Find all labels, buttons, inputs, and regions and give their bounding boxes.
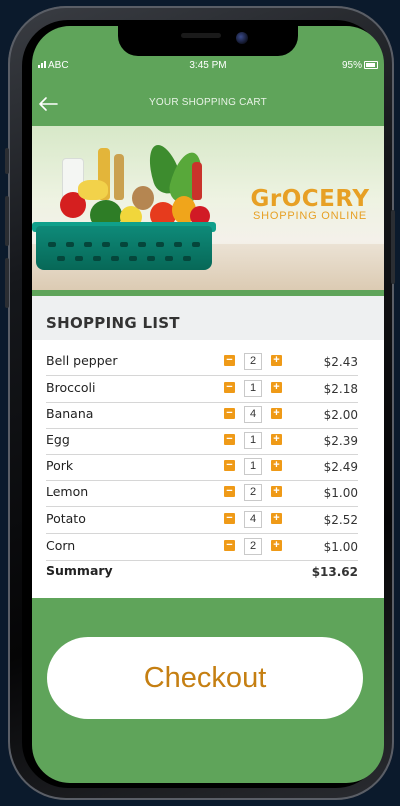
- battery-percent: 95%: [341, 60, 362, 71]
- increase-button[interactable]: +: [271, 355, 282, 366]
- list-item: Lemon − 2 + $1.00: [32, 481, 384, 507]
- item-name: Lemon: [46, 484, 89, 499]
- decrease-button[interactable]: −: [224, 434, 235, 445]
- item-price: $1.00: [323, 540, 358, 554]
- quantity-stepper: − 2 +: [224, 538, 286, 555]
- quantity-field[interactable]: 1: [244, 380, 262, 397]
- item-price: $2.43: [323, 355, 358, 369]
- item-name: Broccoli: [46, 380, 96, 395]
- row-divider: [46, 375, 358, 376]
- increase-button[interactable]: +: [271, 382, 282, 393]
- battery-status: 95%: [342, 60, 378, 71]
- speaker-grille: [181, 33, 221, 38]
- potato-illustration: [132, 186, 154, 210]
- brand-tagline: SHOPPING ONLINE: [252, 210, 368, 222]
- summary-label: Summary: [46, 563, 113, 578]
- quantity-field[interactable]: 1: [244, 432, 262, 449]
- increase-button[interactable]: +: [271, 460, 282, 471]
- item-name: Corn: [46, 538, 76, 553]
- row-divider: [46, 533, 358, 534]
- decrease-button[interactable]: −: [224, 486, 235, 497]
- item-price: $2.52: [323, 513, 358, 527]
- summary-total: $13.62: [311, 565, 358, 579]
- increase-button[interactable]: +: [271, 434, 282, 445]
- front-camera: [236, 32, 248, 44]
- item-price: $2.00: [323, 408, 358, 422]
- mute-switch: [5, 148, 9, 174]
- decrease-button[interactable]: −: [224, 408, 235, 419]
- quantity-stepper: − 1 +: [224, 458, 286, 475]
- increase-button[interactable]: +: [271, 408, 282, 419]
- item-name: Pork: [46, 458, 74, 473]
- clock: 3:45 PM: [189, 60, 227, 71]
- item-price: $1.00: [323, 486, 358, 500]
- list-item: Banana − 4 + $2.00: [32, 403, 384, 429]
- volume-down-button: [5, 258, 9, 308]
- basket-illustration: [36, 226, 212, 270]
- decrease-button[interactable]: −: [224, 355, 235, 366]
- list-title: SHOPPING LIST: [46, 314, 180, 332]
- item-price: $2.39: [323, 434, 358, 448]
- power-button: [391, 210, 395, 284]
- decrease-button[interactable]: −: [224, 540, 235, 551]
- list-header: SHOPPING LIST: [32, 296, 384, 340]
- status-bar: ABC 3:45 PM 95%: [32, 60, 384, 76]
- list-item: Bell pepper − 2 + $2.43: [32, 350, 384, 376]
- quantity-field[interactable]: 4: [244, 406, 262, 423]
- brand-logo: GrOCERY SHOPPING ONLINE: [236, 186, 384, 222]
- increase-button[interactable]: +: [271, 486, 282, 497]
- list-item: Potato − 4 + $2.52: [32, 508, 384, 534]
- item-name: Egg: [46, 432, 70, 447]
- increase-button[interactable]: +: [271, 540, 282, 551]
- quantity-field[interactable]: 1: [244, 458, 262, 475]
- quantity-stepper: − 2 +: [224, 353, 286, 370]
- quantity-field[interactable]: 4: [244, 511, 262, 528]
- quantity-stepper: − 4 +: [224, 406, 286, 423]
- item-name: Potato: [46, 511, 86, 526]
- app-screen: ABC 3:45 PM 95% YOUR SHOPPING CART GrOCE…: [32, 26, 384, 783]
- list-item: Corn − 2 + $1.00: [32, 535, 384, 561]
- list-item: Egg − 1 + $2.39: [32, 429, 384, 455]
- item-name: Bell pepper: [46, 353, 118, 368]
- quantity-stepper: − 4 +: [224, 511, 286, 528]
- bottle-illustration: [114, 154, 124, 200]
- increase-button[interactable]: +: [271, 513, 282, 524]
- item-name: Banana: [46, 406, 94, 421]
- quantity-stepper: − 1 +: [224, 432, 286, 449]
- grocery-banner: GrOCERY SHOPPING ONLINE: [32, 126, 384, 290]
- page-title: YOUR SHOPPING CART: [149, 97, 267, 108]
- decrease-button[interactable]: −: [224, 382, 235, 393]
- brand-wordmark: GrOCERY: [250, 186, 370, 212]
- banana-illustration: [78, 180, 108, 200]
- volume-up-button: [5, 196, 9, 246]
- summary-row: Summary $13.62: [32, 560, 384, 586]
- quantity-field[interactable]: 2: [244, 538, 262, 555]
- quantity-field[interactable]: 2: [244, 484, 262, 501]
- quantity-stepper: − 2 +: [224, 484, 286, 501]
- shopping-list-card: SHOPPING LIST Bell pepper − 2 + $2.43 Br…: [32, 296, 384, 598]
- notch: [118, 26, 298, 56]
- quantity-field[interactable]: 2: [244, 353, 262, 370]
- nav-bar: YOUR SHOPPING CART: [32, 92, 384, 116]
- checkout-button[interactable]: Checkout: [47, 637, 363, 719]
- row-divider: [46, 506, 358, 507]
- quantity-stepper: − 1 +: [224, 380, 286, 397]
- decrease-button[interactable]: −: [224, 513, 235, 524]
- decrease-button[interactable]: −: [224, 460, 235, 471]
- list-item: Pork − 1 + $2.49: [32, 455, 384, 481]
- sauce-bottle-illustration: [192, 162, 202, 200]
- battery-icon: [364, 61, 378, 70]
- item-price: $2.49: [323, 460, 358, 474]
- list-item: Broccoli − 1 + $2.18: [32, 377, 384, 403]
- item-price: $2.18: [323, 382, 358, 396]
